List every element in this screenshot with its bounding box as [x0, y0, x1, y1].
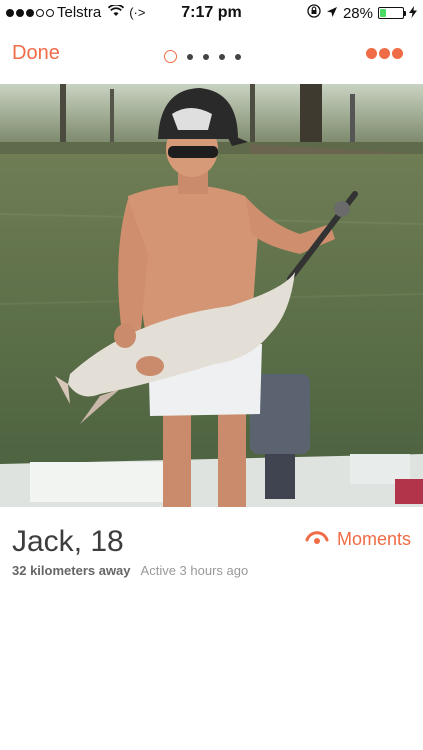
battery-percent: 28%: [342, 4, 373, 22]
profile-name-age: Jack, 18: [12, 525, 124, 559]
moments-label: Moments: [336, 529, 411, 549]
profile-name: Jack: [12, 525, 74, 558]
nav-bar: Done: [0, 26, 423, 84]
profile-age: , 18: [73, 525, 124, 558]
page-dot[interactable]: [187, 53, 193, 60]
status-right: 28%: [307, 4, 417, 22]
profile-meta: 32 kilometers away Active 3 hours ago: [12, 563, 248, 578]
status-bar: Telstra (·> 7:17 pm 28%: [0, 0, 423, 26]
profile-distance: 32 kilometers away: [12, 563, 131, 578]
profile-photo[interactable]: [0, 84, 423, 507]
more-options-button[interactable]: [366, 48, 403, 59]
profile-photo-image: [0, 84, 423, 507]
moments-icon: [305, 529, 329, 550]
battery-level: [380, 9, 387, 17]
more-dot-icon: [392, 48, 403, 59]
battery-icon: [378, 7, 406, 19]
more-dot-icon: [366, 48, 377, 59]
page-dot-active[interactable]: [164, 50, 177, 63]
charging-bolt-icon: [409, 5, 417, 22]
more-dot-icon: [379, 48, 390, 59]
page-dot[interactable]: [203, 53, 209, 60]
profile-last-active: Active 3 hours ago: [140, 563, 249, 578]
page-dot[interactable]: [219, 53, 225, 60]
location-arrow-icon: [326, 5, 338, 22]
profile-info: Jack, 18 Moments 32 kilometers away Acti…: [0, 507, 423, 750]
photo-page-indicator: [164, 50, 241, 63]
rotation-lock-icon: [307, 4, 321, 22]
page-dot[interactable]: [235, 53, 241, 60]
moments-button[interactable]: Moments: [305, 529, 411, 550]
done-button[interactable]: Done: [12, 42, 60, 65]
